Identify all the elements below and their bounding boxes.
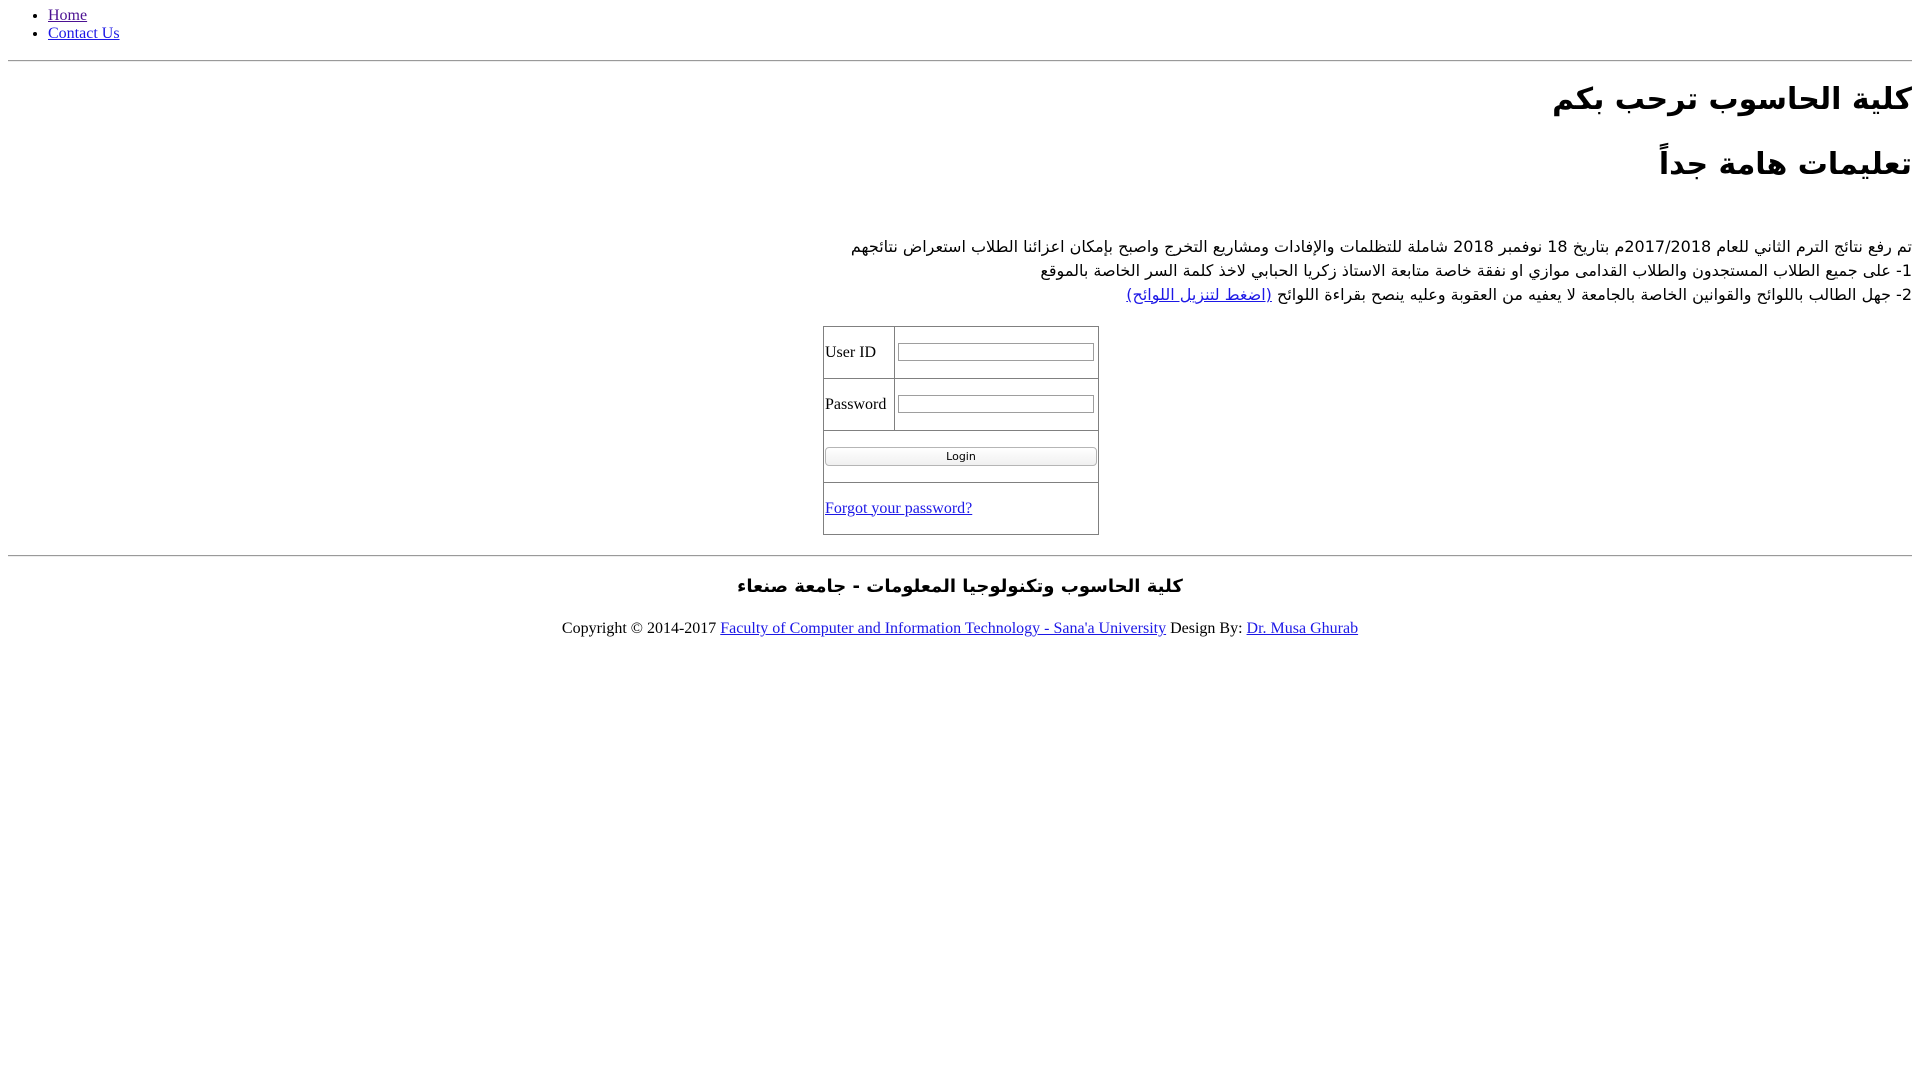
login-button-cell: Login xyxy=(823,430,1099,483)
login-form: User ID Password Login Forgot your passw… xyxy=(823,326,1099,535)
college-name-footer: كلية الحاسوب وتكنولوجيا المعلومات - جامع… xyxy=(737,576,1183,597)
download-regulations-link[interactable]: (اضغط لتنزيل اللوائح) xyxy=(1126,285,1272,304)
user-id-cell xyxy=(894,326,1099,379)
notice-rule-1: 1- على جميع الطلاب المستجدون والطلاب الق… xyxy=(1040,261,1912,280)
password-label: Password xyxy=(823,378,895,431)
page: Home Contact Us كلية الحاسوب ترحب بكم تع… xyxy=(0,0,1920,1080)
notice-rule-2: 2- جهل الطالب باللوائح والقوانين الخاصة … xyxy=(612,283,1912,307)
password-cell xyxy=(894,378,1099,431)
password-row: Password xyxy=(823,378,1099,431)
top-nav: Home Contact Us xyxy=(20,7,120,43)
forgot-password-cell: Forgot your password? xyxy=(823,482,1099,535)
footer-divider xyxy=(8,555,1912,557)
login-button-row: Login xyxy=(823,430,1099,483)
notice-rule-2-text: 2- جهل الطالب باللوائح والقوانين الخاصة … xyxy=(1271,285,1912,304)
designer-link[interactable]: Dr. Musa Ghurab xyxy=(1247,620,1359,637)
password-input[interactable] xyxy=(898,395,1094,414)
design-by-text: Design By: xyxy=(1166,620,1247,637)
header-divider xyxy=(8,60,1912,62)
copyright-text: Copyright © 2014-2017 xyxy=(561,620,721,637)
home-link[interactable]: Home xyxy=(48,7,87,24)
nav-item-contact: Contact Us xyxy=(48,25,120,43)
nav-item-home: Home xyxy=(48,7,120,25)
login-button[interactable]: Login xyxy=(825,447,1097,466)
copyright-line: Copyright © 2014-2017 Faculty of Compute… xyxy=(0,619,1920,639)
user-id-row: User ID xyxy=(823,326,1099,379)
notice-block: تم رفع نتائج الترم الثاني للعام 2017/201… xyxy=(612,235,1912,307)
instructions-title: تعليمات هامة جداً xyxy=(1658,147,1912,182)
user-id-label: User ID xyxy=(823,326,895,379)
contact-us-link[interactable]: Contact Us xyxy=(48,25,120,42)
faculty-link[interactable]: Faculty of Computer and Information Tech… xyxy=(720,620,1166,637)
forgot-password-row: Forgot your password? xyxy=(823,482,1099,535)
welcome-title: كلية الحاسوب ترحب بكم xyxy=(1552,82,1912,117)
notice-results-line: تم رفع نتائج الترم الثاني للعام 2017/201… xyxy=(850,237,1912,256)
forgot-password-link[interactable]: Forgot your password? xyxy=(825,500,972,517)
user-id-input[interactable] xyxy=(898,343,1094,362)
